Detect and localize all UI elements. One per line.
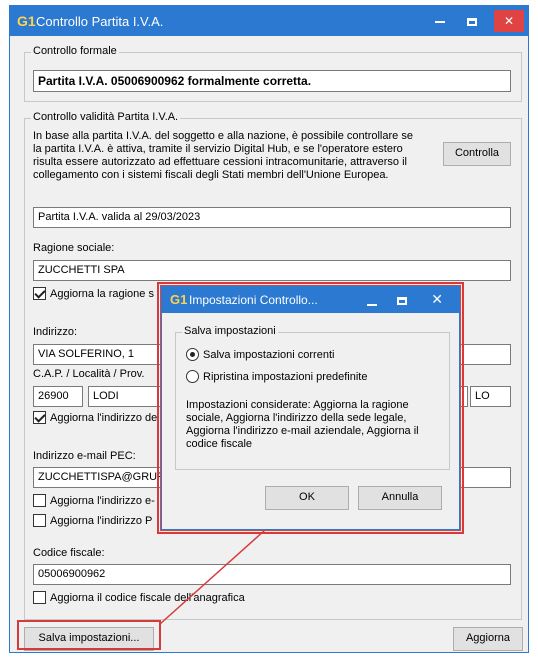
checkbox-icon <box>33 514 46 527</box>
codice-fiscale-field[interactable]: 05006900962 <box>33 564 511 585</box>
save-settings-legend: Salva impostazioni <box>182 325 278 337</box>
radio-save-current-label: Salva impostazioni correnti <box>203 348 335 361</box>
cap-label: C.A.P. / Località / Prov. <box>33 368 145 380</box>
update-ragione-checkbox[interactable]: Aggiorna la ragione s <box>33 287 154 300</box>
update-indirizzo-checkbox[interactable]: Aggiorna l'indirizzo de <box>33 411 157 424</box>
update-pec-label-1: Aggiorna l'indirizzo e- <box>50 494 155 507</box>
checkbox-checked-icon <box>33 411 46 424</box>
settings-dialog: G1 Impostazioni Controllo... ✕ Salva imp… <box>161 286 460 530</box>
check-button[interactable]: Controlla <box>443 142 511 166</box>
checkbox-checked-icon <box>33 287 46 300</box>
checkbox-icon <box>33 494 46 507</box>
close-button[interactable]: ✕ <box>494 10 524 32</box>
update-button[interactable]: Aggiorna <box>453 627 523 651</box>
minimize-button[interactable] <box>424 6 456 36</box>
settings-info-text: Impostazioni considerate: Aggiorna la ra… <box>186 399 419 450</box>
ragione-sociale-field[interactable]: ZUCCHETTI SPA <box>33 260 511 281</box>
dialog-minimize-button[interactable] <box>367 299 377 311</box>
validity-check-legend: Controllo validità Partita I.V.A. <box>31 111 181 123</box>
radio-save-current[interactable]: Salva impostazioni correnti <box>186 348 334 361</box>
ragione-sociale-label: Ragione sociale: <box>33 242 115 254</box>
update-pec-label-2: Aggiorna l'indirizzo P <box>50 514 153 527</box>
minimize-icon <box>367 304 377 307</box>
update-pec-checkbox-1[interactable]: Aggiorna l'indirizzo e- <box>33 494 155 507</box>
indirizzo-label: Indirizzo: <box>33 326 78 338</box>
formal-result-field: Partita I.V.A. 05006900962 formalmente c… <box>33 70 511 92</box>
dialog-close-button[interactable]: ✕ <box>431 291 443 308</box>
maximize-icon <box>467 17 477 26</box>
radio-selected-icon <box>186 348 199 361</box>
update-pec-checkbox-2[interactable]: Aggiorna l'indirizzo P <box>33 514 152 527</box>
update-cf-checkbox[interactable]: Aggiorna il codice fiscale dell'anagrafi… <box>33 591 245 604</box>
update-indirizzo-label: Aggiorna l'indirizzo de <box>50 411 158 424</box>
dialog-maximize-button[interactable] <box>397 295 407 307</box>
minimize-icon <box>435 20 445 23</box>
radio-restore-defaults-label: Ripristina impostazioni predefinite <box>203 370 368 383</box>
codice-fiscale-label: Codice fiscale: <box>33 547 105 559</box>
dialog-logo: G1 <box>170 292 188 307</box>
maximize-icon <box>397 297 407 306</box>
maximize-button[interactable] <box>456 6 488 36</box>
radio-restore-defaults[interactable]: Ripristina impostazioni predefinite <box>186 370 367 383</box>
title-bar: G1 Controllo Partita I.V.A. ✕ <box>10 6 528 36</box>
formal-check-legend: Controllo formale <box>31 45 119 57</box>
cancel-button[interactable]: Annulla <box>358 486 442 510</box>
validity-description: In base alla partita I.V.A. del soggetto… <box>33 130 413 181</box>
checkbox-icon <box>33 591 46 604</box>
radio-icon <box>186 370 199 383</box>
ok-button[interactable]: OK <box>265 486 349 510</box>
update-cf-label: Aggiorna il codice fiscale dell'anagrafi… <box>50 591 245 604</box>
app-logo: G1 <box>17 13 36 29</box>
save-settings-button[interactable]: Salva impostazioni... <box>24 627 154 651</box>
update-ragione-label: Aggiorna la ragione s <box>50 287 154 300</box>
close-icon: ✕ <box>503 14 515 28</box>
pec-label: Indirizzo e-mail PEC: <box>33 450 136 462</box>
dialog-title: Impostazioni Controllo... <box>189 293 318 307</box>
validity-result-field: Partita I.V.A. valida al 29/03/2023 <box>33 207 511 228</box>
window-title: Controllo Partita I.V.A. <box>36 14 164 29</box>
dialog-title-bar: G1 Impostazioni Controllo... ✕ <box>162 287 459 313</box>
provincia-field[interactable]: LO <box>470 386 511 407</box>
cap-field[interactable]: 26900 <box>33 386 83 407</box>
close-icon: ✕ <box>431 291 443 307</box>
